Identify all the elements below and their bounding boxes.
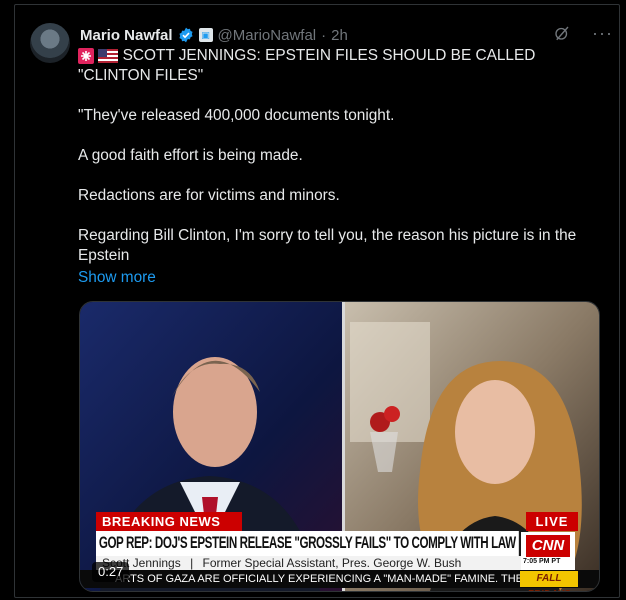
paragraph-text: SCOTT JENNINGS: EPSTEIN FILES SHOULD BE … — [78, 47, 536, 84]
author-handle[interactable]: @MarioNawfal — [218, 27, 317, 44]
breaking-news-banner: BREAKING NEWS — [96, 512, 242, 531]
live-badge: LIVE — [526, 512, 578, 531]
affiliate-badge-icon[interactable]: ▣ — [198, 28, 213, 42]
video-timestamp: 0:27 — [92, 562, 130, 582]
avatar[interactable] — [30, 23, 70, 63]
grok-icon[interactable] — [553, 24, 571, 42]
siren-emoji-icon — [78, 47, 94, 64]
post-time[interactable]: 2h — [331, 27, 348, 44]
headline-paragraph: SCOTT JENNINGS: EPSTEIN FILES SHOULD BE … — [78, 46, 598, 86]
more-options-button[interactable]: ··· — [592, 24, 613, 42]
chyron-headline: GOP REP: DOJ'S EPSTEIN RELEASE "GROSSLY … — [96, 531, 519, 556]
video-player[interactable]: BREAKING NEWS LIVE GOP REP: DOJ'S EPSTEI… — [79, 301, 600, 592]
guest-title: Former Special Assistant, Pres. George W… — [202, 556, 462, 570]
us-flag-emoji-icon — [98, 48, 119, 63]
tweet-text: SCOTT JENNINGS: EPSTEIN FILES SHOULD BE … — [78, 46, 598, 266]
author-name[interactable]: Mario Nawfal — [80, 27, 173, 44]
broadcast-clock: 7:05 PM PT — [523, 558, 561, 565]
separator-dot: · — [321, 26, 327, 44]
paragraph: Regarding Bill Clinton, I'm sorry to tel… — [78, 227, 577, 264]
cnn-logo: CNN — [526, 535, 570, 557]
show-tag: FALL FRIDAYS — [520, 571, 578, 591]
show-more-link[interactable]: Show more — [78, 269, 156, 287]
tweet-header: Mario Nawfal ▣ @MarioNawfal · 2h — [80, 24, 348, 46]
paragraph: Redactions are for victims and minors. — [78, 187, 340, 204]
chyron-subline: Scott Jennings | Former Special Assistan… — [96, 556, 573, 570]
paragraph: A good faith effort is being made. — [78, 147, 303, 164]
paragraph: "They've released 400,000 documents toni… — [78, 107, 395, 124]
subline-divider: | — [190, 556, 194, 570]
verified-badge-icon[interactable] — [178, 27, 194, 43]
